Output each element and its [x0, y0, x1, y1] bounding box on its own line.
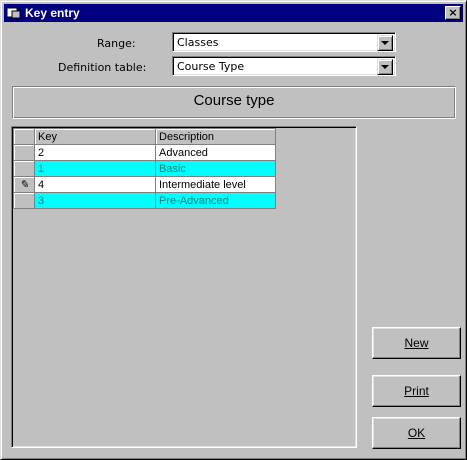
description-cell[interactable]: Intermediate level	[155, 176, 276, 193]
title-bar[interactable]: Key entry ×	[4, 4, 463, 22]
table-row[interactable]: 1 Basic	[13, 160, 276, 177]
chevron-down-icon[interactable]	[377, 59, 393, 75]
row-selector-header[interactable]	[13, 128, 35, 145]
table-row[interactable]: 2 Advanced	[13, 144, 276, 161]
key-grid[interactable]: Key Description 2 Advanced 1 Basic ✎ 4 Interme…	[11, 126, 357, 448]
table-row[interactable]: 3 Pre-Advanced	[13, 192, 276, 209]
description-cell[interactable]: Advanced	[155, 144, 276, 161]
close-button[interactable]: ×	[445, 6, 461, 20]
chevron-down-icon[interactable]	[377, 35, 393, 51]
pencil-icon: ✎	[19, 179, 29, 191]
key-entry-window: Key entry × Range: Classes Definition ta…	[0, 0, 467, 460]
app-icon	[7, 7, 21, 19]
key-cell[interactable]: 3	[34, 192, 156, 209]
definition-table-select[interactable]: Course Type	[172, 56, 396, 76]
table-row[interactable]: ✎ 4 Intermediate level	[13, 176, 276, 193]
range-value: Classes	[177, 36, 219, 49]
column-header-key[interactable]: Key	[34, 128, 156, 145]
description-cell[interactable]: Pre-Advanced	[155, 192, 276, 209]
key-table: Key Description 2 Advanced 1 Basic ✎ 4 Interme…	[13, 128, 276, 209]
row-selector[interactable]	[13, 144, 35, 161]
key-cell[interactable]: 4	[34, 176, 156, 193]
table-heading: Course type	[12, 86, 456, 119]
ok-button[interactable]: OK	[372, 417, 461, 449]
definition-table-label: Definition table:	[58, 61, 147, 74]
header-row: Key Description	[13, 128, 276, 145]
definition-table-value: Course Type	[177, 60, 245, 73]
close-icon: ×	[448, 6, 458, 19]
range-label: Range:	[97, 37, 136, 50]
row-selector[interactable]: ✎	[13, 176, 35, 193]
column-header-description[interactable]: Description	[155, 128, 276, 145]
range-select[interactable]: Classes	[172, 32, 396, 52]
key-cell[interactable]: 2	[34, 144, 156, 161]
row-selector[interactable]	[13, 192, 35, 209]
key-cell[interactable]: 1	[34, 160, 156, 177]
description-cell[interactable]: Basic	[155, 160, 276, 177]
row-selector[interactable]	[13, 160, 35, 177]
window-title: Key entry	[25, 6, 80, 20]
new-button[interactable]: New	[372, 327, 461, 359]
print-button[interactable]: Print	[372, 375, 461, 407]
